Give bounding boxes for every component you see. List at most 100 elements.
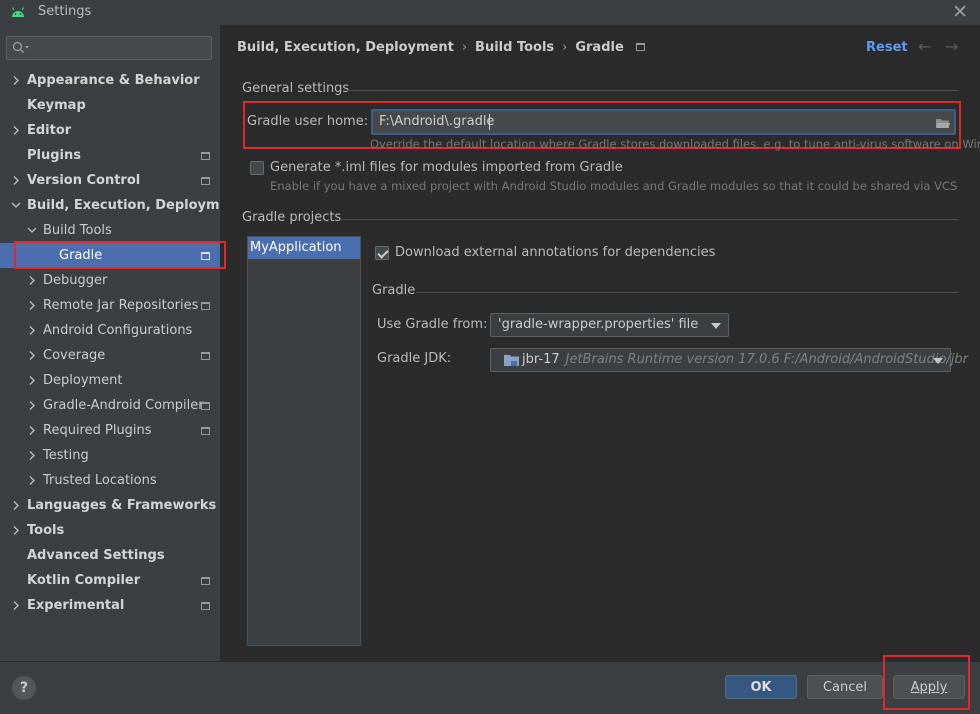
chevron-down-icon[interactable]	[10, 193, 22, 218]
chevron-right-icon[interactable]	[10, 68, 22, 93]
sidebar-item[interactable]: Plugins	[0, 143, 220, 168]
sidebar-item[interactable]: Kotlin Compiler	[0, 568, 220, 593]
folder-browse-icon[interactable]	[936, 118, 950, 129]
project-settings-icon	[201, 302, 210, 310]
sidebar-item[interactable]: Build Tools	[0, 218, 220, 243]
breadcrumb-separator-icon: ›	[562, 40, 568, 55]
breadcrumb-separator-icon: ›	[461, 40, 468, 55]
sidebar-item-label: Version Control	[27, 173, 141, 188]
project-item-myapplication[interactable]: MyApplication	[248, 237, 360, 259]
highlight-box-apply	[883, 655, 970, 710]
gradle-jdk-label: Gradle JDK:	[377, 351, 452, 366]
breadcrumb: Build, Execution, Deployment › Build Tools…	[237, 40, 645, 55]
chevron-right-icon[interactable]	[26, 343, 38, 368]
use-gradle-from-dropdown[interactable]: 'gradle-wrapper.properties' file	[490, 313, 729, 337]
sidebar-item-label: Editor	[27, 123, 72, 138]
sidebar-item-label: Kotlin Compiler	[27, 573, 141, 588]
project-settings-icon	[201, 402, 210, 410]
section-divider	[346, 90, 958, 91]
sidebar-item[interactable]: Trusted Locations	[0, 468, 220, 493]
title-bar: Settings ✕	[0, 0, 980, 25]
sidebar-item[interactable]: Coverage	[0, 343, 220, 368]
chevron-right-icon[interactable]	[10, 168, 22, 193]
back-arrow-icon[interactable]: ←	[918, 37, 931, 56]
sidebar-item[interactable]: Languages & Frameworks	[0, 493, 220, 518]
chevron-down-icon	[933, 358, 943, 364]
text-cursor	[489, 114, 490, 130]
sidebar-item[interactable]: Debugger	[0, 268, 220, 293]
sidebar-item[interactable]: Tools	[0, 518, 220, 543]
section-divider	[416, 292, 958, 293]
sidebar-item[interactable]: Keymap	[0, 93, 220, 118]
sidebar-item-label: Build Tools	[43, 223, 112, 238]
close-icon[interactable]: ✕	[952, 1, 968, 23]
chevron-down-icon[interactable]	[26, 218, 38, 243]
sidebar-item-label: Appearance & Behavior	[27, 73, 200, 88]
search-icon	[12, 41, 29, 53]
sidebar-item[interactable]: Editor	[0, 118, 220, 143]
sidebar-item[interactable]: Deployment	[0, 368, 220, 393]
chevron-right-icon[interactable]	[26, 468, 38, 493]
chevron-right-icon[interactable]	[26, 393, 38, 418]
chevron-right-icon[interactable]	[26, 268, 38, 293]
sidebar-item-label: Coverage	[43, 348, 106, 363]
reset-link[interactable]: Reset	[866, 40, 908, 55]
project-settings-icon	[201, 352, 210, 360]
sidebar-item-label: Keymap	[27, 98, 86, 113]
sidebar-item[interactable]: Required Plugins	[0, 418, 220, 443]
chevron-right-icon[interactable]	[10, 493, 22, 518]
android-studio-icon	[11, 7, 25, 17]
chevron-right-icon[interactable]	[26, 418, 38, 443]
gradle-user-home-input[interactable]: F:\Android\.gradle	[371, 109, 956, 135]
gradle-jdk-name: jbr-17	[522, 352, 560, 367]
breadcrumb-item-build-tools[interactable]: Build Tools	[475, 40, 554, 55]
download-annotations-checkbox[interactable]	[375, 246, 389, 260]
sidebar-item[interactable]: Appearance & Behavior	[0, 68, 220, 93]
chevron-right-icon[interactable]	[26, 443, 38, 468]
gradle-jdk-description: JetBrains Runtime version 17.0.6 F:/Andr…	[565, 352, 969, 367]
cancel-button[interactable]: Cancel	[807, 675, 883, 699]
search-input[interactable]	[6, 36, 212, 60]
sidebar-item-label: Debugger	[43, 273, 108, 288]
sidebar-item[interactable]: Testing	[0, 443, 220, 468]
download-annotations-label[interactable]: Download external annotations for depend…	[395, 245, 715, 260]
sidebar-item[interactable]: Experimental	[0, 593, 220, 618]
dialog-footer: ? OK Cancel Apply	[0, 661, 980, 714]
gradle-projects-list: MyApplication	[247, 236, 361, 646]
sidebar-item-label: Experimental	[27, 598, 125, 613]
breadcrumb-item-build[interactable]: Build, Execution, Deployment	[237, 40, 454, 55]
chevron-right-icon[interactable]	[26, 318, 38, 343]
sidebar-item[interactable]: Remote Jar Repositories	[0, 293, 220, 318]
use-gradle-from-value: 'gradle-wrapper.properties' file	[498, 317, 699, 332]
general-settings-title: General settings	[242, 81, 350, 96]
generate-iml-checkbox[interactable]	[250, 161, 264, 175]
sidebar-item-label: Advanced Settings	[27, 548, 165, 563]
chevron-right-icon[interactable]	[10, 593, 22, 618]
forward-arrow-icon[interactable]: →	[945, 37, 958, 56]
sidebar-item-label: Plugins	[27, 148, 81, 163]
chevron-right-icon[interactable]	[10, 118, 22, 143]
sidebar-item[interactable]: Android Configurations	[0, 318, 220, 343]
chevron-right-icon[interactable]	[26, 368, 38, 393]
project-settings-icon	[201, 152, 210, 160]
sidebar-item-label: Tools	[27, 523, 65, 538]
project-settings-icon	[635, 43, 645, 51]
sidebar-item[interactable]: Advanced Settings	[0, 543, 220, 568]
sidebar-item[interactable]: Version Control	[0, 168, 220, 193]
sidebar-item[interactable]: Build, Execution, Deployment	[0, 193, 244, 218]
project-settings-icon	[201, 427, 210, 435]
gradle-jdk-dropdown[interactable]: jbr-17 JetBrains Runtime version 17.0.6 F…	[490, 348, 968, 372]
help-icon[interactable]: ?	[12, 676, 36, 700]
project-settings-icon	[201, 602, 210, 610]
gradle-user-home-label: Gradle user home:	[247, 114, 369, 129]
sidebar-item[interactable]: Gradle-Android Compiler	[0, 393, 220, 418]
generate-iml-label[interactable]: Generate *.iml files for modules importe…	[270, 160, 623, 175]
gradle-user-home-value: F:\Android\.gradle	[379, 114, 495, 129]
chevron-right-icon[interactable]	[26, 293, 38, 318]
chevron-right-icon[interactable]	[10, 518, 22, 543]
ok-button[interactable]: OK	[725, 675, 797, 699]
chevron-down-icon	[711, 323, 721, 329]
sidebar-item-label: Languages & Frameworks	[27, 498, 217, 513]
gradle-user-home-hint: Override the default location where Grad…	[370, 137, 980, 151]
project-settings-icon	[201, 177, 210, 185]
